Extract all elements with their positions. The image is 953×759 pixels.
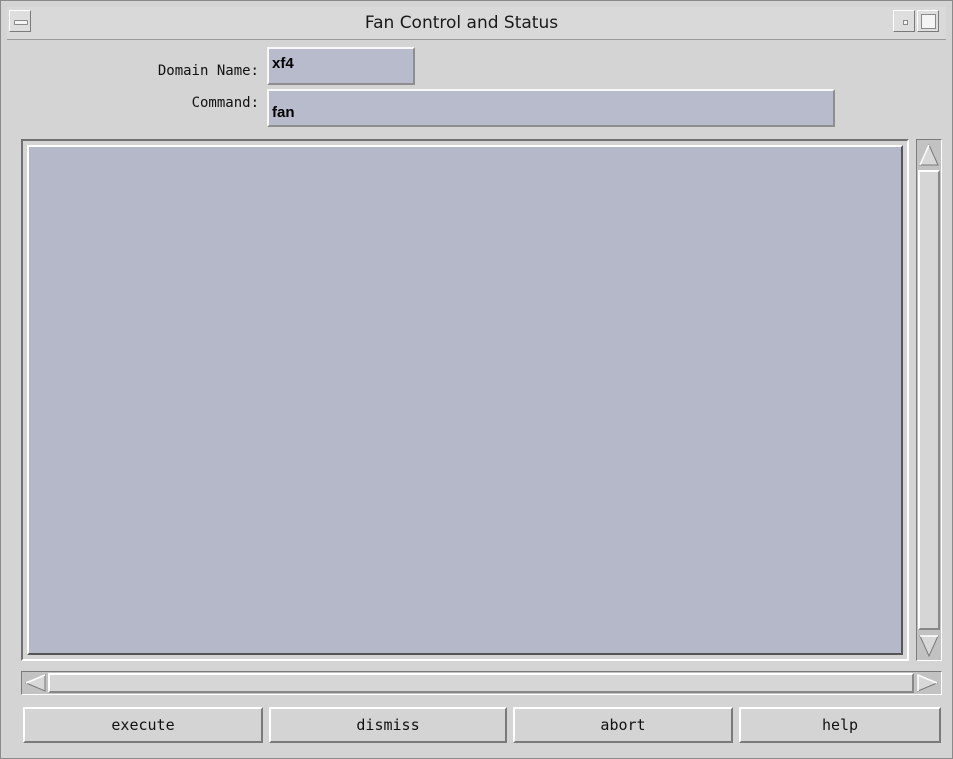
title-bar[interactable]: Fan Control and Status (7, 7, 946, 40)
scroll-up-arrow-icon[interactable] (918, 142, 940, 168)
horizontal-scroll-thumb[interactable] (48, 673, 914, 693)
output-frame (21, 139, 909, 661)
vertical-scroll-thumb[interactable] (918, 170, 940, 630)
help-button[interactable]: help (739, 707, 941, 743)
window-title: Fan Control and Status (364, 13, 559, 33)
command-label: Command: (191, 95, 259, 111)
command-field[interactable]: fan (267, 89, 835, 127)
dismiss-button[interactable]: dismiss (269, 707, 507, 743)
scroll-left-arrow-icon[interactable] (23, 673, 47, 693)
domain-name-label: Domain Name: (157, 63, 259, 79)
vertical-scrollbar[interactable] (916, 139, 942, 661)
domain-name-field[interactable]: xf4 (267, 47, 415, 85)
maximize-icon[interactable] (917, 10, 939, 32)
scroll-down-arrow-icon[interactable] (918, 633, 940, 659)
scroll-right-arrow-icon[interactable] (916, 673, 940, 693)
execute-button[interactable]: execute (23, 707, 263, 743)
output-text-area[interactable] (27, 145, 903, 655)
minimize-icon[interactable] (893, 10, 915, 32)
horizontal-scrollbar[interactable] (21, 671, 942, 695)
fan-control-window: Fan Control and Status Domain Name: xf4 … (0, 0, 953, 759)
window-menu-icon[interactable] (9, 10, 31, 32)
abort-button[interactable]: abort (513, 707, 733, 743)
